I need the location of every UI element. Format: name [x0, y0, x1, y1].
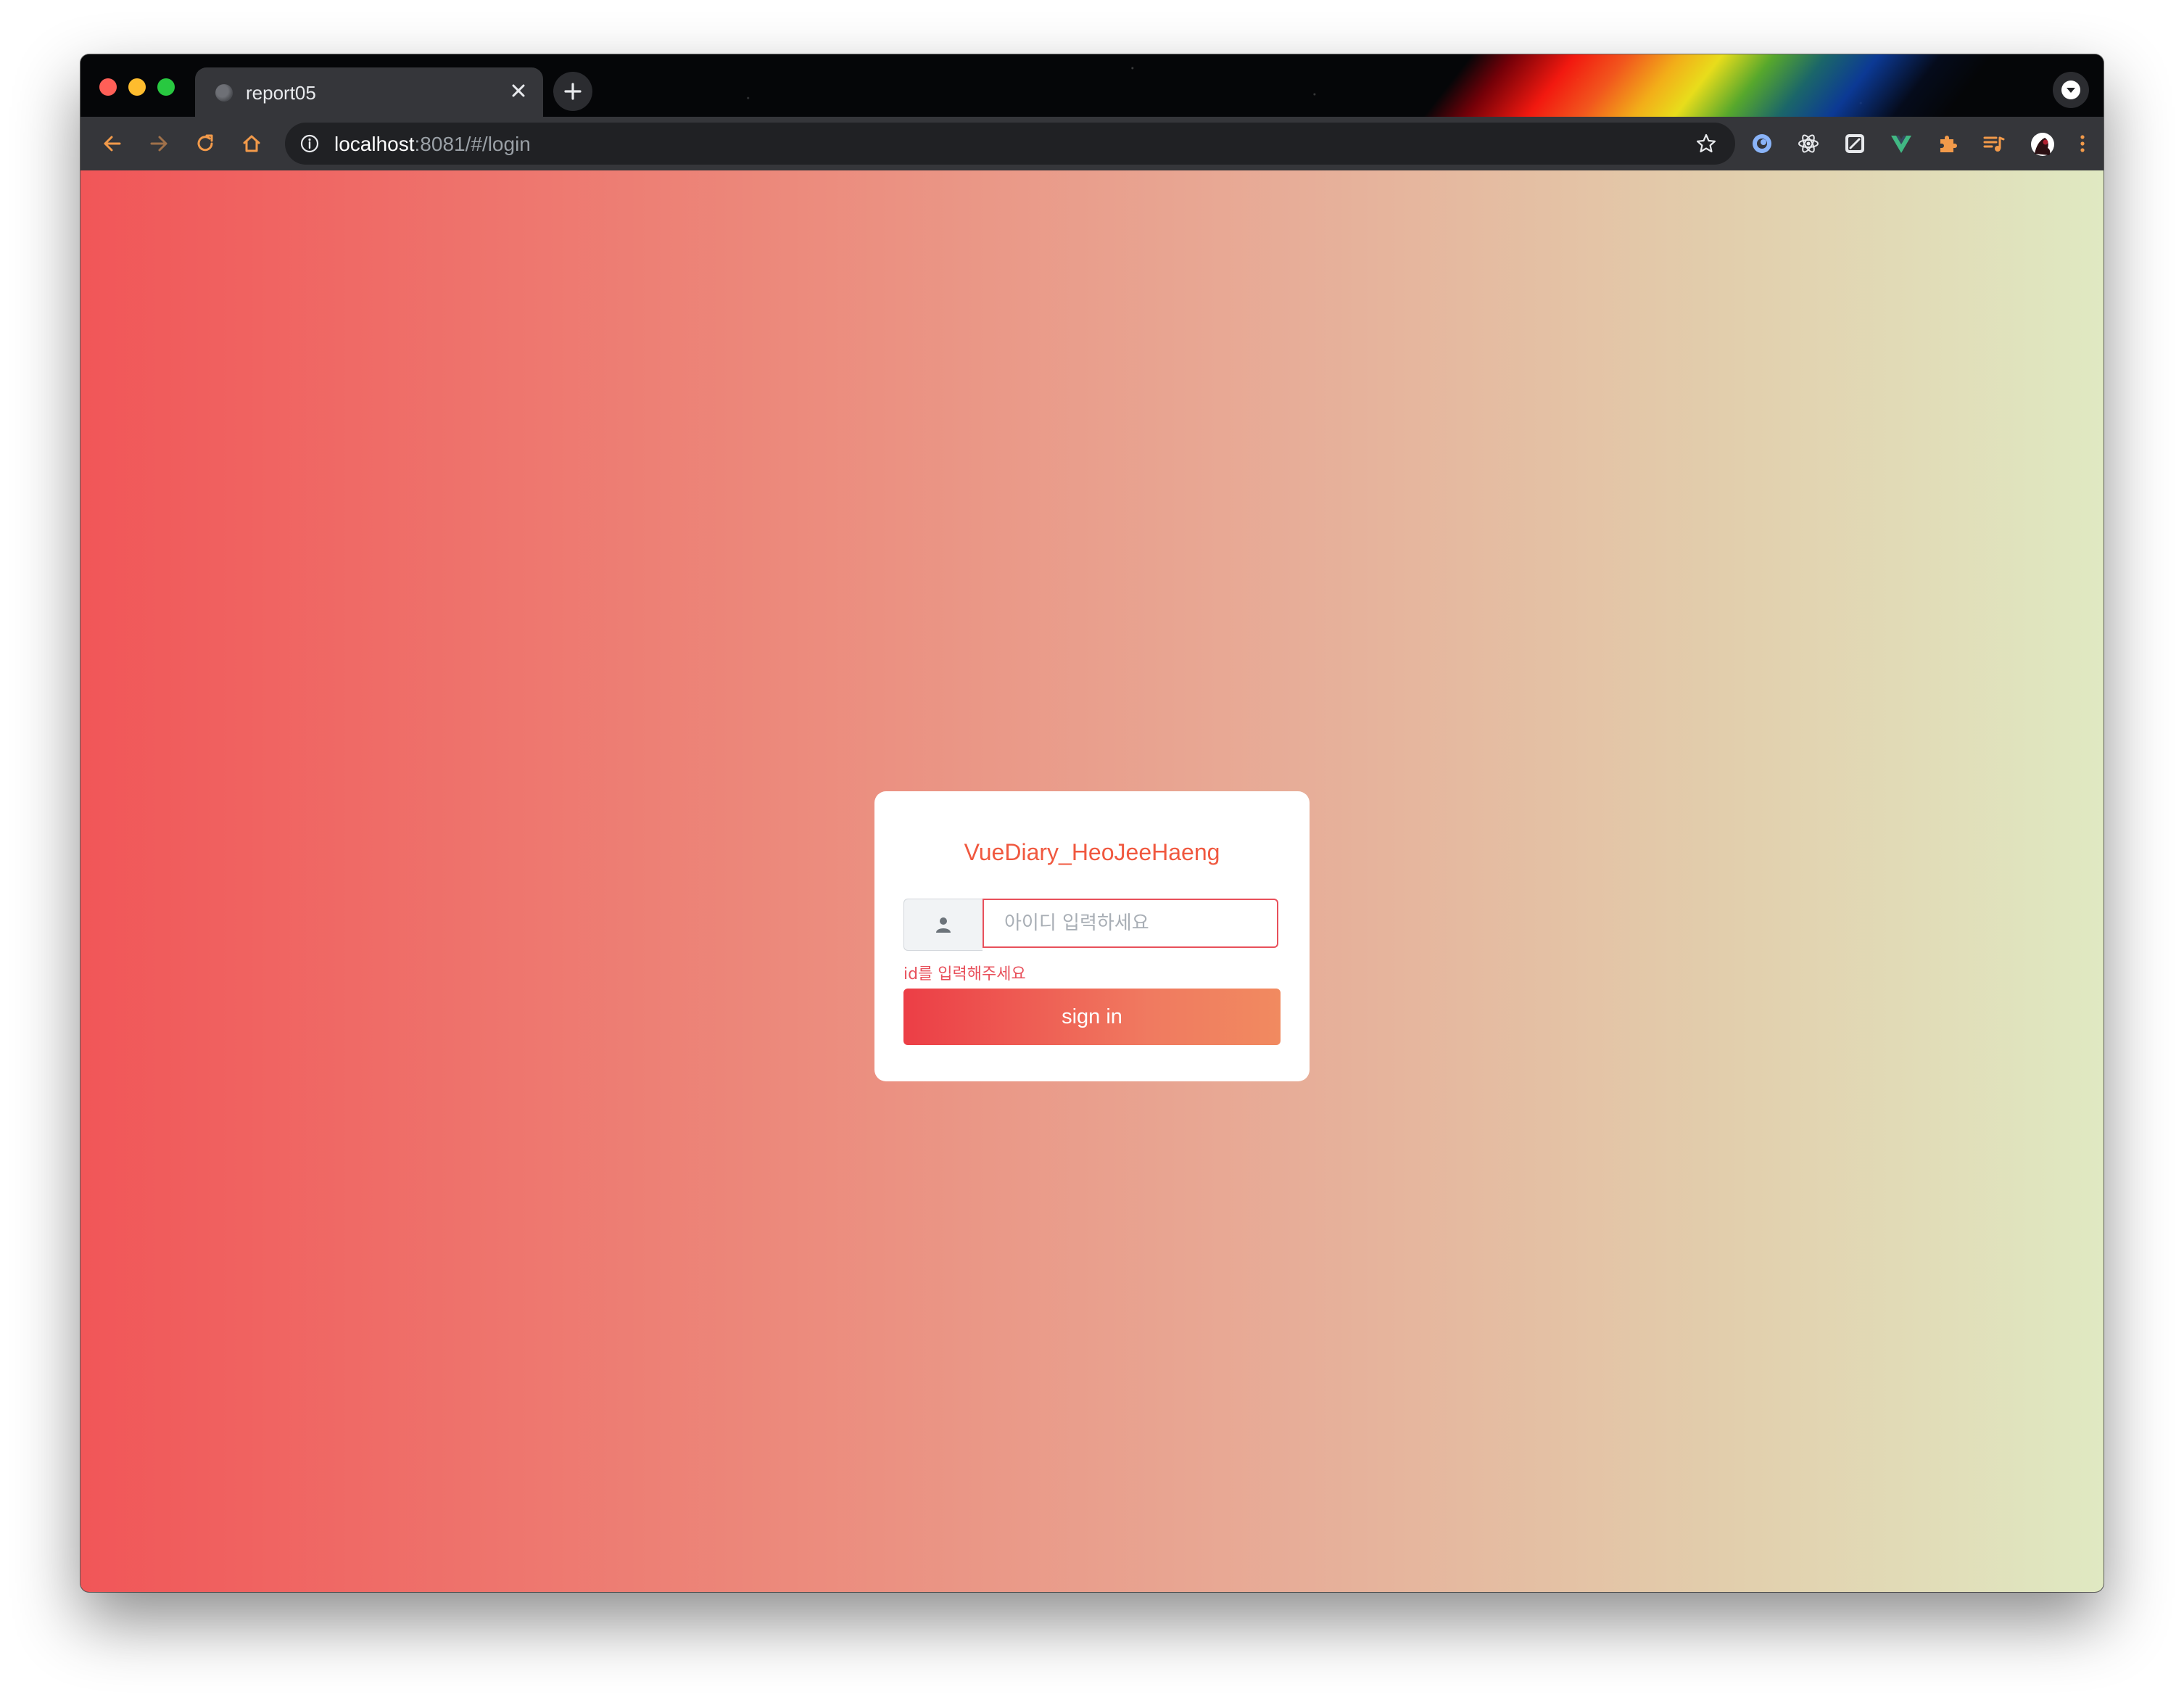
tab-search-button[interactable]	[2053, 72, 2089, 108]
id-input-group	[903, 899, 1281, 951]
maximize-window-button[interactable]	[157, 78, 175, 96]
edit-extension-icon	[1845, 134, 1864, 153]
new-tab-button[interactable]	[553, 72, 592, 111]
media-queue-icon	[1983, 136, 2005, 152]
address-bar[interactable]: localhost:8081/#/login	[285, 123, 1735, 165]
arrow-right-icon	[150, 136, 167, 152]
address-url: localhost:8081/#/login	[334, 133, 531, 156]
plus-icon	[564, 83, 582, 100]
tab-title: report05	[246, 82, 316, 104]
extension-blue-button[interactable]	[1745, 127, 1779, 160]
edit-extension-button[interactable]	[1838, 127, 1871, 160]
tab-strip: report05	[80, 54, 2104, 117]
id-error-message: id를 입력해주세요	[903, 965, 1026, 983]
minimize-window-button[interactable]	[128, 78, 146, 96]
theme-rainbow-decoration	[1392, 54, 2017, 117]
back-button[interactable]	[95, 126, 130, 161]
react-devtools-button[interactable]	[1792, 127, 1825, 160]
star-icon[interactable]	[1695, 132, 1718, 155]
user-icon	[936, 917, 951, 933]
forward-button[interactable]	[141, 126, 176, 161]
reload-button[interactable]	[188, 126, 223, 161]
more-menu-button[interactable]	[2066, 127, 2099, 160]
puzzle-extensions-icon	[1940, 136, 1957, 152]
id-input[interactable]	[983, 899, 1278, 948]
info-icon[interactable]	[299, 133, 320, 154]
vue-devtools-icon	[1891, 136, 1911, 153]
vue-devtools-button[interactable]	[1885, 127, 1918, 160]
reload-icon	[197, 134, 213, 152]
profile-button[interactable]	[2025, 127, 2059, 160]
arrow-left-icon	[104, 136, 121, 152]
login-card: VueDiary_HeoJeeHaeng id를 입력해주세요 sign in	[874, 791, 1310, 1081]
browser-toolbar: localhost:8081/#/login	[80, 117, 2104, 171]
sign-in-button[interactable]: sign in	[903, 989, 1281, 1045]
profile-avatar-icon	[2031, 133, 2054, 156]
globe-icon	[215, 84, 233, 102]
home-icon	[243, 135, 260, 152]
browser-window: report05 localhost:8081/#/login VueDiary…	[80, 54, 2104, 1592]
chevron-down-icon	[2061, 81, 2080, 99]
home-button[interactable]	[234, 126, 269, 161]
react-devtools-icon	[1798, 134, 1819, 153]
app-title: VueDiary_HeoJeeHaeng	[964, 839, 1220, 865]
extension-blue-icon	[1753, 134, 1771, 153]
url-path: :8081/#/login	[414, 133, 531, 155]
extensions-button[interactable]	[1931, 127, 1964, 160]
close-window-button[interactable]	[99, 78, 117, 96]
id-input-prepend	[903, 899, 983, 951]
close-icon[interactable]	[507, 79, 530, 102]
login-page: VueDiary_HeoJeeHaeng id를 입력해주세요 sign in	[80, 170, 2104, 1592]
more-menu-icon	[2080, 135, 2085, 152]
url-host: localhost	[334, 133, 415, 155]
media-queue-button[interactable]	[1977, 127, 2011, 160]
tab-report05[interactable]: report05	[195, 67, 543, 117]
